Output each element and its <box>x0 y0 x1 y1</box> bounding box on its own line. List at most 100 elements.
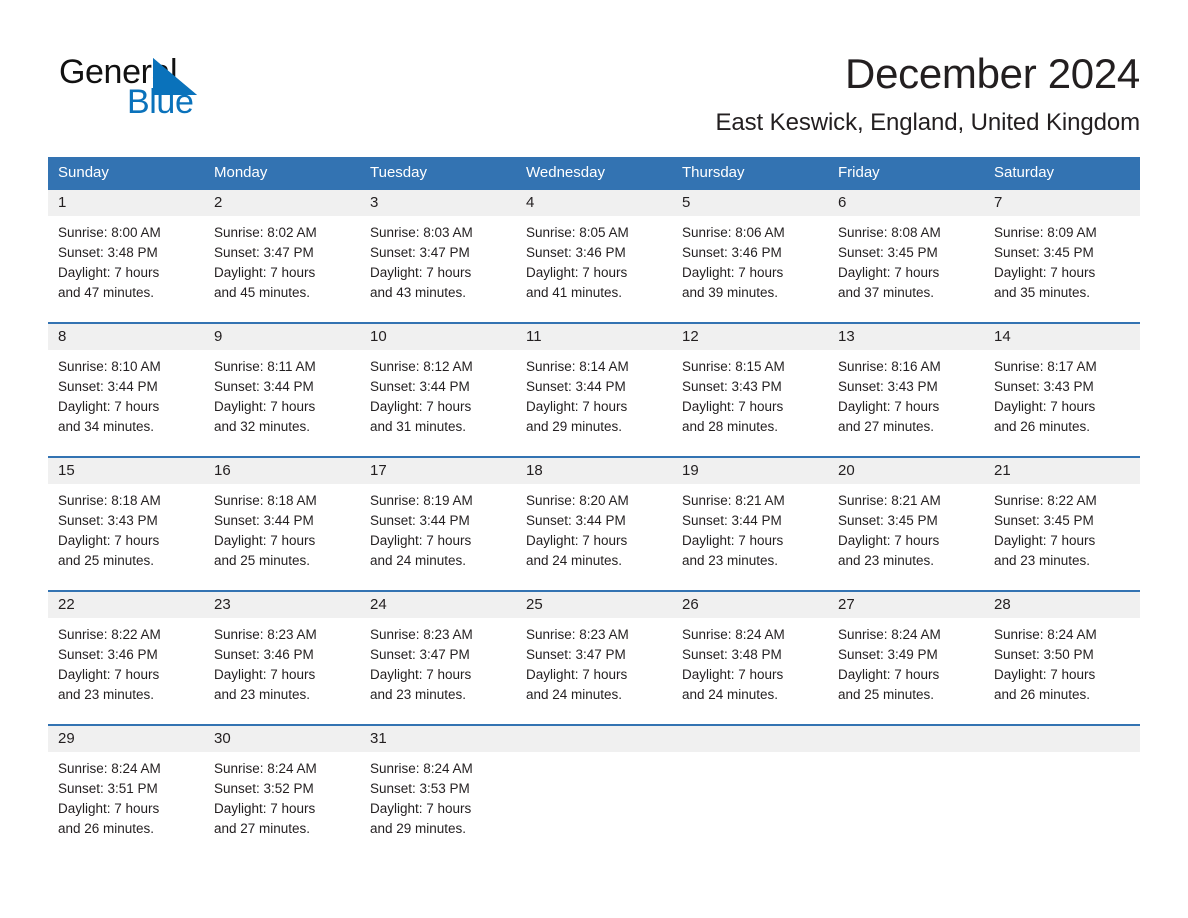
sunrise-text: Sunrise: 8:03 AM <box>370 225 473 240</box>
sunset-text: Sunset: 3:46 PM <box>526 245 626 260</box>
calendar-day-cell[interactable]: 1 Sunrise: 8:00 AM Sunset: 3:48 PM Daylight… <box>48 190 204 313</box>
day-number: 31 <box>360 726 516 752</box>
daylight-text-line2: and 25 minutes. <box>838 687 935 702</box>
sunrise-text: Sunrise: 8:22 AM <box>994 493 1097 508</box>
day-number <box>672 726 828 752</box>
calendar-day-cell[interactable]: 14 Sunrise: 8:17 AM Sunset: 3:43 PM Dayligh… <box>984 324 1140 447</box>
calendar-day-cell[interactable]: 30 Sunrise: 8:24 AM Sunset: 3:52 PM Dayligh… <box>204 726 360 849</box>
sunrise-text: Sunrise: 8:14 AM <box>526 359 629 374</box>
daylight-text-line1: Daylight: 7 hours <box>58 399 160 414</box>
calendar-day-cell[interactable]: 18 Sunrise: 8:20 AM Sunset: 3:44 PM Dayligh… <box>516 458 672 581</box>
calendar-day-cell[interactable]: 12 Sunrise: 8:15 AM Sunset: 3:43 PM Dayligh… <box>672 324 828 447</box>
daylight-text-line2: and 23 minutes. <box>370 687 467 702</box>
calendar-day-cell[interactable]: 2 Sunrise: 8:02 AM Sunset: 3:47 PM Daylight… <box>204 190 360 313</box>
calendar-day-cell-empty <box>672 726 828 849</box>
daylight-text-line2: and 32 minutes. <box>214 419 311 434</box>
calendar-day-cell[interactable]: 26 Sunrise: 8:24 AM Sunset: 3:48 PM Dayligh… <box>672 592 828 715</box>
calendar-week-row: 29 Sunrise: 8:24 AM Sunset: 3:51 PM Dayligh… <box>48 724 1140 849</box>
day-details: Sunrise: 8:00 AM Sunset: 3:48 PM Daylight:… <box>48 216 204 313</box>
daylight-text-line1: Daylight: 7 hours <box>994 533 1096 548</box>
calendar-day-cell[interactable]: 17 Sunrise: 8:19 AM Sunset: 3:44 PM Dayligh… <box>360 458 516 581</box>
sunset-text: Sunset: 3:44 PM <box>370 379 470 394</box>
daylight-text-line1: Daylight: 7 hours <box>370 801 472 816</box>
day-details: Sunrise: 8:24 AM Sunset: 3:49 PM Daylight:… <box>828 618 984 715</box>
generalblue-logo[interactable]: General Blue <box>59 52 279 122</box>
day-number: 13 <box>828 324 984 350</box>
daylight-text-line1: Daylight: 7 hours <box>526 265 628 280</box>
sunrise-text: Sunrise: 8:24 AM <box>370 761 473 776</box>
calendar-week-row: 15 Sunrise: 8:18 AM Sunset: 3:43 PM Dayligh… <box>48 456 1140 581</box>
daylight-text-line2: and 45 minutes. <box>214 285 311 300</box>
calendar-day-cell[interactable]: 20 Sunrise: 8:21 AM Sunset: 3:45 PM Dayligh… <box>828 458 984 581</box>
calendar-day-cell[interactable]: 24 Sunrise: 8:23 AM Sunset: 3:47 PM Dayligh… <box>360 592 516 715</box>
daylight-text-line2: and 39 minutes. <box>682 285 779 300</box>
sunset-text: Sunset: 3:44 PM <box>214 513 314 528</box>
calendar-day-cell[interactable]: 29 Sunrise: 8:24 AM Sunset: 3:51 PM Dayligh… <box>48 726 204 849</box>
day-details: Sunrise: 8:12 AM Sunset: 3:44 PM Daylight:… <box>360 350 516 447</box>
calendar-day-cell[interactable]: 11 Sunrise: 8:14 AM Sunset: 3:44 PM Dayligh… <box>516 324 672 447</box>
daylight-text-line2: and 35 minutes. <box>994 285 1091 300</box>
calendar-day-cell[interactable]: 6 Sunrise: 8:08 AM Sunset: 3:45 PM Daylight… <box>828 190 984 313</box>
calendar-day-cell[interactable]: 10 Sunrise: 8:12 AM Sunset: 3:44 PM Dayligh… <box>360 324 516 447</box>
daylight-text-line1: Daylight: 7 hours <box>370 399 472 414</box>
daylight-text-line1: Daylight: 7 hours <box>214 399 316 414</box>
day-number <box>984 726 1140 752</box>
sunrise-text: Sunrise: 8:02 AM <box>214 225 317 240</box>
sunrise-text: Sunrise: 8:08 AM <box>838 225 941 240</box>
calendar-day-cell[interactable]: 7 Sunrise: 8:09 AM Sunset: 3:45 PM Daylight… <box>984 190 1140 313</box>
day-number: 26 <box>672 592 828 618</box>
day-details: Sunrise: 8:21 AM Sunset: 3:45 PM Daylight:… <box>828 484 984 581</box>
page-title: December 2024 <box>845 50 1140 97</box>
calendar-day-cell[interactable]: 4 Sunrise: 8:05 AM Sunset: 3:46 PM Daylight… <box>516 190 672 313</box>
day-number <box>828 726 984 752</box>
sunrise-text: Sunrise: 8:18 AM <box>214 493 317 508</box>
sunrise-text: Sunrise: 8:06 AM <box>682 225 785 240</box>
calendar-day-cell[interactable]: 21 Sunrise: 8:22 AM Sunset: 3:45 PM Dayligh… <box>984 458 1140 581</box>
calendar-day-cell[interactable]: 31 Sunrise: 8:24 AM Sunset: 3:53 PM Dayligh… <box>360 726 516 849</box>
calendar-day-cell[interactable]: 22 Sunrise: 8:22 AM Sunset: 3:46 PM Dayligh… <box>48 592 204 715</box>
day-details: Sunrise: 8:16 AM Sunset: 3:43 PM Daylight:… <box>828 350 984 447</box>
sunrise-text: Sunrise: 8:11 AM <box>214 359 316 374</box>
calendar-day-cell[interactable]: 13 Sunrise: 8:16 AM Sunset: 3:43 PM Dayligh… <box>828 324 984 447</box>
calendar-day-cell[interactable]: 25 Sunrise: 8:23 AM Sunset: 3:47 PM Dayligh… <box>516 592 672 715</box>
calendar-day-cell[interactable]: 27 Sunrise: 8:24 AM Sunset: 3:49 PM Dayligh… <box>828 592 984 715</box>
day-number: 9 <box>204 324 360 350</box>
daylight-text-line2: and 29 minutes. <box>526 419 623 434</box>
calendar-day-cell[interactable]: 16 Sunrise: 8:18 AM Sunset: 3:44 PM Dayligh… <box>204 458 360 581</box>
daylight-text-line1: Daylight: 7 hours <box>994 399 1096 414</box>
daylight-text-line2: and 28 minutes. <box>682 419 779 434</box>
sunset-text: Sunset: 3:45 PM <box>994 245 1094 260</box>
day-details: Sunrise: 8:22 AM Sunset: 3:45 PM Daylight:… <box>984 484 1140 581</box>
sunset-text: Sunset: 3:48 PM <box>682 647 782 662</box>
calendar-day-cell[interactable]: 15 Sunrise: 8:18 AM Sunset: 3:43 PM Dayligh… <box>48 458 204 581</box>
daylight-text-line1: Daylight: 7 hours <box>58 801 160 816</box>
daylight-text-line2: and 24 minutes. <box>526 553 623 568</box>
calendar-day-cell[interactable]: 5 Sunrise: 8:06 AM Sunset: 3:46 PM Daylight… <box>672 190 828 313</box>
sunset-text: Sunset: 3:44 PM <box>526 513 626 528</box>
sunset-text: Sunset: 3:52 PM <box>214 781 314 796</box>
calendar-day-cell[interactable]: 28 Sunrise: 8:24 AM Sunset: 3:50 PM Dayligh… <box>984 592 1140 715</box>
sunset-text: Sunset: 3:44 PM <box>214 379 314 394</box>
sunrise-text: Sunrise: 8:24 AM <box>838 627 941 642</box>
day-details: Sunrise: 8:10 AM Sunset: 3:44 PM Daylight:… <box>48 350 204 447</box>
day-number: 5 <box>672 190 828 216</box>
sunrise-text: Sunrise: 8:21 AM <box>838 493 941 508</box>
day-details: Sunrise: 8:22 AM Sunset: 3:46 PM Daylight:… <box>48 618 204 715</box>
day-number: 7 <box>984 190 1140 216</box>
day-number: 23 <box>204 592 360 618</box>
day-number: 6 <box>828 190 984 216</box>
daylight-text-line2: and 47 minutes. <box>58 285 155 300</box>
daylight-text-line1: Daylight: 7 hours <box>214 533 316 548</box>
daylight-text-line1: Daylight: 7 hours <box>838 265 940 280</box>
weekday-header-saturday: Saturday <box>994 164 1055 181</box>
calendar-day-cell[interactable]: 23 Sunrise: 8:23 AM Sunset: 3:46 PM Dayligh… <box>204 592 360 715</box>
calendar-week-row: 1 Sunrise: 8:00 AM Sunset: 3:48 PM Daylight… <box>48 190 1140 313</box>
calendar-day-cell[interactable]: 3 Sunrise: 8:03 AM Sunset: 3:47 PM Daylight… <box>360 190 516 313</box>
calendar-day-cell[interactable]: 9 Sunrise: 8:11 AM Sunset: 3:44 PM Daylight… <box>204 324 360 447</box>
calendar-day-cell[interactable]: 19 Sunrise: 8:21 AM Sunset: 3:44 PM Dayligh… <box>672 458 828 581</box>
daylight-text-line1: Daylight: 7 hours <box>214 265 316 280</box>
calendar-day-cell[interactable]: 8 Sunrise: 8:10 AM Sunset: 3:44 PM Daylight… <box>48 324 204 447</box>
daylight-text-line1: Daylight: 7 hours <box>682 399 784 414</box>
daylight-text-line1: Daylight: 7 hours <box>58 533 160 548</box>
day-details: Sunrise: 8:11 AM Sunset: 3:44 PM Daylight:… <box>204 350 360 447</box>
